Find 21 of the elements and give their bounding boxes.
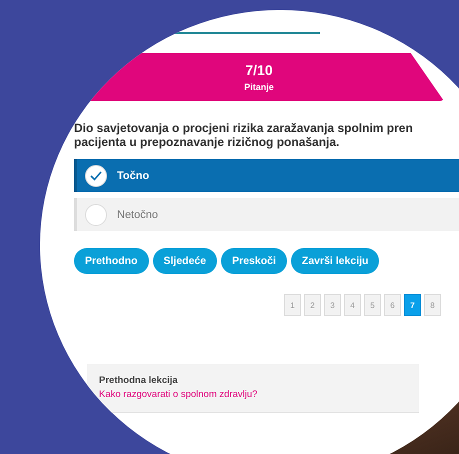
lesson-link[interactable]: Kako razgovarati o spolnom zdravlju?: [99, 389, 419, 400]
page-button[interactable]: 7: [404, 294, 421, 316]
question-text: Dio savjetovanja o procjeni rizika zaražavanja spolnim pren pacijenta u prepoznavanje rizičnog ponašanja.: [74, 121, 414, 149]
nav-button[interactable]: Završi lekciju: [290, 248, 380, 274]
page-button[interactable]: 6: [384, 294, 401, 316]
page-button[interactable]: 2: [304, 294, 321, 316]
answer-option[interactable]: Točno: [74, 159, 459, 192]
page-button[interactable]: 8: [424, 294, 441, 316]
banner-label: Pitanje: [244, 82, 274, 92]
page-button[interactable]: 5: [364, 294, 381, 316]
nav-button[interactable]: Prethodno: [74, 248, 148, 274]
page-button[interactable]: 3: [324, 294, 341, 316]
check-icon: [85, 164, 107, 186]
card-heading: Prethodna lekcija: [99, 375, 179, 386]
radio-icon: [85, 204, 107, 226]
page-button[interactable]: 4: [344, 294, 361, 316]
answer-option[interactable]: Netočno: [74, 198, 459, 231]
nav-button[interactable]: Sljedeće: [152, 248, 218, 274]
page-button[interactable]: 1: [284, 294, 301, 316]
nav-button[interactable]: Preskoči: [221, 248, 287, 274]
question-counter: 7/10: [245, 62, 273, 78]
